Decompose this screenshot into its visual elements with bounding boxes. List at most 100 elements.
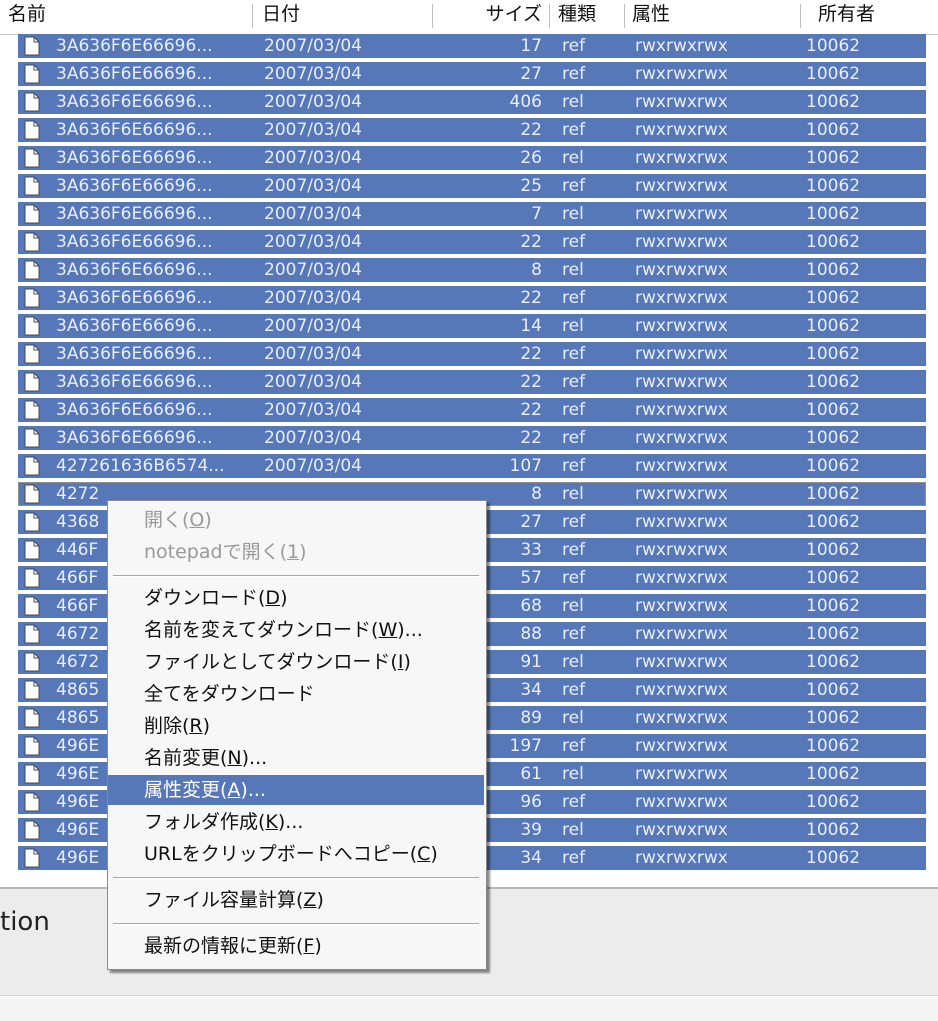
- menu-item[interactable]: ファイル容量計算(Z): [108, 885, 484, 915]
- column-size-header[interactable]: サイズ: [440, 0, 542, 34]
- file-row[interactable]: 3A636F6E66696... 2007/03/04 8 rel rwxrwxrwx 1…: [18, 258, 926, 282]
- menu-item[interactable]: URLをクリップボードへコピー(C): [108, 839, 484, 869]
- file-row[interactable]: 3A636F6E66696... 2007/03/04 22 ref rwxrwxrwx…: [18, 342, 926, 366]
- menu-item[interactable]: 最新の情報に更新(F): [108, 931, 484, 961]
- file-row[interactable]: 3A636F6E66696... 2007/03/04 22 ref rwxrwxrwx…: [18, 398, 926, 422]
- file-row[interactable]: 3A636F6E66696... 2007/03/04 25 ref rwxrwxrwx…: [18, 174, 926, 198]
- column-type-header[interactable]: 種類: [558, 0, 618, 34]
- file-owner: 10062: [806, 596, 861, 616]
- file-type: rel: [562, 92, 584, 112]
- file-date: 2007/03/04: [264, 204, 362, 224]
- menu-separator: [113, 575, 479, 577]
- column-divider[interactable]: [432, 4, 433, 28]
- file-attributes: rwxrwxrwx: [635, 596, 728, 616]
- menu-item-label: 削除(: [144, 715, 190, 737]
- file-type: ref: [562, 232, 586, 252]
- menu-item[interactable]: フォルダ作成(K)...: [108, 807, 484, 837]
- file-size: 22: [520, 400, 542, 420]
- menu-item[interactable]: ダウンロード(D): [108, 583, 484, 613]
- file-row[interactable]: 3A636F6E66696... 2007/03/04 14 rel rwxrwxrwx…: [18, 314, 926, 338]
- document-icon: [24, 652, 40, 672]
- file-owner: 10062: [806, 92, 861, 112]
- menu-item-suffix: )...: [277, 811, 304, 833]
- document-icon: [24, 148, 40, 168]
- file-type: ref: [562, 624, 586, 644]
- document-icon: [24, 736, 40, 756]
- document-icon: [24, 792, 40, 812]
- file-row[interactable]: 427261636B6574... 2007/03/04 107 ref rwxrwxr…: [18, 454, 926, 478]
- menu-item[interactable]: 属性変更(A)...: [108, 775, 484, 805]
- menu-item-label: 属性変更(: [144, 779, 228, 801]
- document-icon: [24, 820, 40, 840]
- file-row[interactable]: 3A636F6E66696... 2007/03/04 26 rel rwxrwxrwx…: [18, 146, 926, 170]
- column-owner-header[interactable]: 所有者: [818, 0, 928, 34]
- column-divider[interactable]: [624, 4, 625, 28]
- status-strip: [0, 995, 938, 1021]
- file-name: 3A636F6E66696...: [56, 260, 213, 280]
- file-owner: 10062: [806, 456, 861, 476]
- file-owner: 10062: [806, 680, 861, 700]
- menu-item-label: フォルダ作成(: [144, 811, 266, 833]
- file-type: ref: [562, 736, 586, 756]
- menu-item[interactable]: 全てをダウンロード: [108, 679, 484, 709]
- file-type: rel: [562, 652, 584, 672]
- file-row[interactable]: 3A636F6E66696... 2007/03/04 17 ref rwxrwxrwx…: [18, 34, 926, 58]
- menu-item-accelerator: W: [378, 619, 398, 641]
- file-owner: 10062: [806, 344, 861, 364]
- menu-item[interactable]: 名前を変えてダウンロード(W)...: [108, 615, 484, 645]
- column-divider[interactable]: [800, 4, 801, 28]
- file-attributes: rwxrwxrwx: [635, 64, 728, 84]
- menu-item-accelerator: Z: [303, 889, 317, 911]
- file-type: ref: [562, 344, 586, 364]
- menu-item[interactable]: 名前変更(N)...: [108, 743, 484, 773]
- menu-item[interactable]: ファイルとしてダウンロード(I): [108, 647, 484, 677]
- column-divider[interactable]: [549, 4, 550, 28]
- file-attributes: rwxrwxrwx: [635, 400, 728, 420]
- file-size: 22: [520, 428, 542, 448]
- file-row[interactable]: 3A636F6E66696... 2007/03/04 406 rel rwxrwxrw…: [18, 90, 926, 114]
- document-icon: [24, 764, 40, 784]
- document-icon: [24, 204, 40, 224]
- file-row[interactable]: 3A636F6E66696... 2007/03/04 22 ref rwxrwxrwx…: [18, 370, 926, 394]
- file-owner: 10062: [806, 316, 861, 336]
- file-attributes: rwxrwxrwx: [635, 624, 728, 644]
- file-type: ref: [562, 64, 586, 84]
- file-owner: 10062: [806, 764, 861, 784]
- file-attributes: rwxrwxrwx: [635, 568, 728, 588]
- file-type: ref: [562, 512, 586, 532]
- column-attr-header[interactable]: 属性: [632, 0, 792, 34]
- file-name: 3A636F6E66696...: [56, 400, 213, 420]
- file-size: 7: [531, 204, 542, 224]
- file-attributes: rwxrwxrwx: [635, 540, 728, 560]
- file-owner: 10062: [806, 120, 861, 140]
- column-divider[interactable]: [252, 4, 253, 28]
- menu-item-label: ファイル容量計算(: [144, 889, 304, 911]
- file-attributes: rwxrwxrwx: [635, 36, 728, 56]
- file-row[interactable]: 3A636F6E66696... 2007/03/04 22 ref rwxrwxrwx…: [18, 230, 926, 254]
- menu-item-suffix: ): [202, 715, 211, 737]
- file-date: 2007/03/04: [264, 400, 362, 420]
- file-row[interactable]: 3A636F6E66696... 2007/03/04 7 rel rwxrwxrwx 1…: [18, 202, 926, 226]
- file-attributes: rwxrwxrwx: [635, 652, 728, 672]
- column-name-header[interactable]: 名前: [8, 0, 248, 34]
- menu-item-suffix: ): [299, 541, 307, 563]
- file-name: 3A636F6E66696...: [56, 344, 213, 364]
- menu-item-label: 最新の情報に更新(: [144, 935, 304, 957]
- file-owner: 10062: [806, 624, 861, 644]
- menu-item[interactable]: 削除(R): [108, 711, 484, 741]
- column-date-header[interactable]: 日付: [262, 0, 422, 34]
- menu-item: notepadで開く(1): [108, 537, 484, 567]
- file-attributes: rwxrwxrwx: [635, 708, 728, 728]
- file-owner: 10062: [806, 792, 861, 812]
- file-date: 2007/03/04: [264, 232, 362, 252]
- file-row[interactable]: 3A636F6E66696... 2007/03/04 27 ref rwxrwxrwx…: [18, 62, 926, 86]
- menu-item-label: 開く(: [144, 509, 190, 531]
- file-row[interactable]: 3A636F6E66696... 2007/03/04 22 ref rwxrwxrwx…: [18, 426, 926, 450]
- file-row[interactable]: 3A636F6E66696... 2007/03/04 22 ref rwxrwxrwx…: [18, 118, 926, 142]
- file-type: rel: [562, 204, 584, 224]
- file-owner: 10062: [806, 204, 861, 224]
- file-row[interactable]: 3A636F6E66696... 2007/03/04 22 ref rwxrwxrwx…: [18, 286, 926, 310]
- menu-separator: [113, 923, 479, 925]
- menu-item-suffix: ): [316, 889, 324, 911]
- file-name: 3A636F6E66696...: [56, 288, 213, 308]
